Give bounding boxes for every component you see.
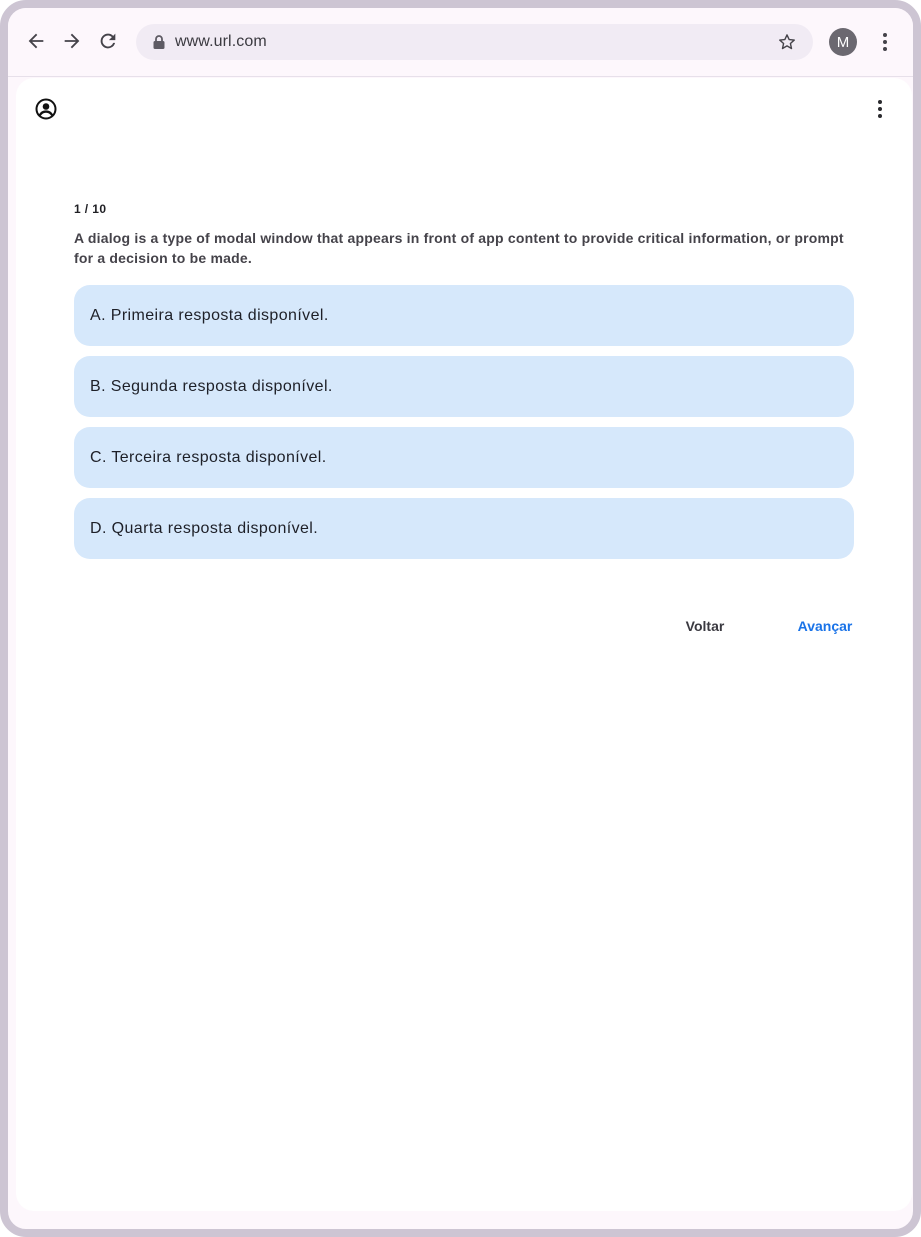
address-bar[interactable]: www.url.com: [136, 24, 813, 60]
next-button[interactable]: Avançar: [790, 608, 860, 644]
answer-option-c[interactable]: C. Terceira resposta disponível.: [74, 427, 854, 488]
back-button[interactable]: Voltar: [678, 608, 732, 644]
answer-option-d[interactable]: D. Quarta resposta disponível.: [74, 498, 854, 559]
browser-toolbar: www.url.com M: [8, 8, 913, 77]
arrow-back-icon[interactable]: [24, 29, 48, 53]
lock-icon: [153, 35, 165, 49]
reload-icon[interactable]: [96, 29, 120, 53]
arrow-forward-icon[interactable]: [60, 29, 84, 53]
app-content: 1 / 10 A dialog is a type of modal windo…: [16, 78, 912, 1211]
url-text: www.url.com: [175, 33, 267, 50]
account-circle-icon[interactable]: [35, 98, 57, 120]
question-text: A dialog is a type of modal window that …: [74, 230, 844, 266]
question-progress: 1 / 10: [74, 202, 107, 216]
device-frame: www.url.com M 1 / 10 A dialog is a type …: [0, 0, 921, 1237]
answer-option-b[interactable]: B. Segunda resposta disponível.: [74, 356, 854, 417]
answer-list: A. Primeira resposta disponível. B. Segu…: [74, 285, 854, 569]
avatar[interactable]: M: [829, 28, 857, 56]
answer-option-a[interactable]: A. Primeira resposta disponível.: [74, 285, 854, 346]
more-vert-icon[interactable]: [876, 30, 894, 54]
star-icon[interactable]: [777, 32, 797, 52]
more-vert-icon[interactable]: [871, 97, 889, 121]
